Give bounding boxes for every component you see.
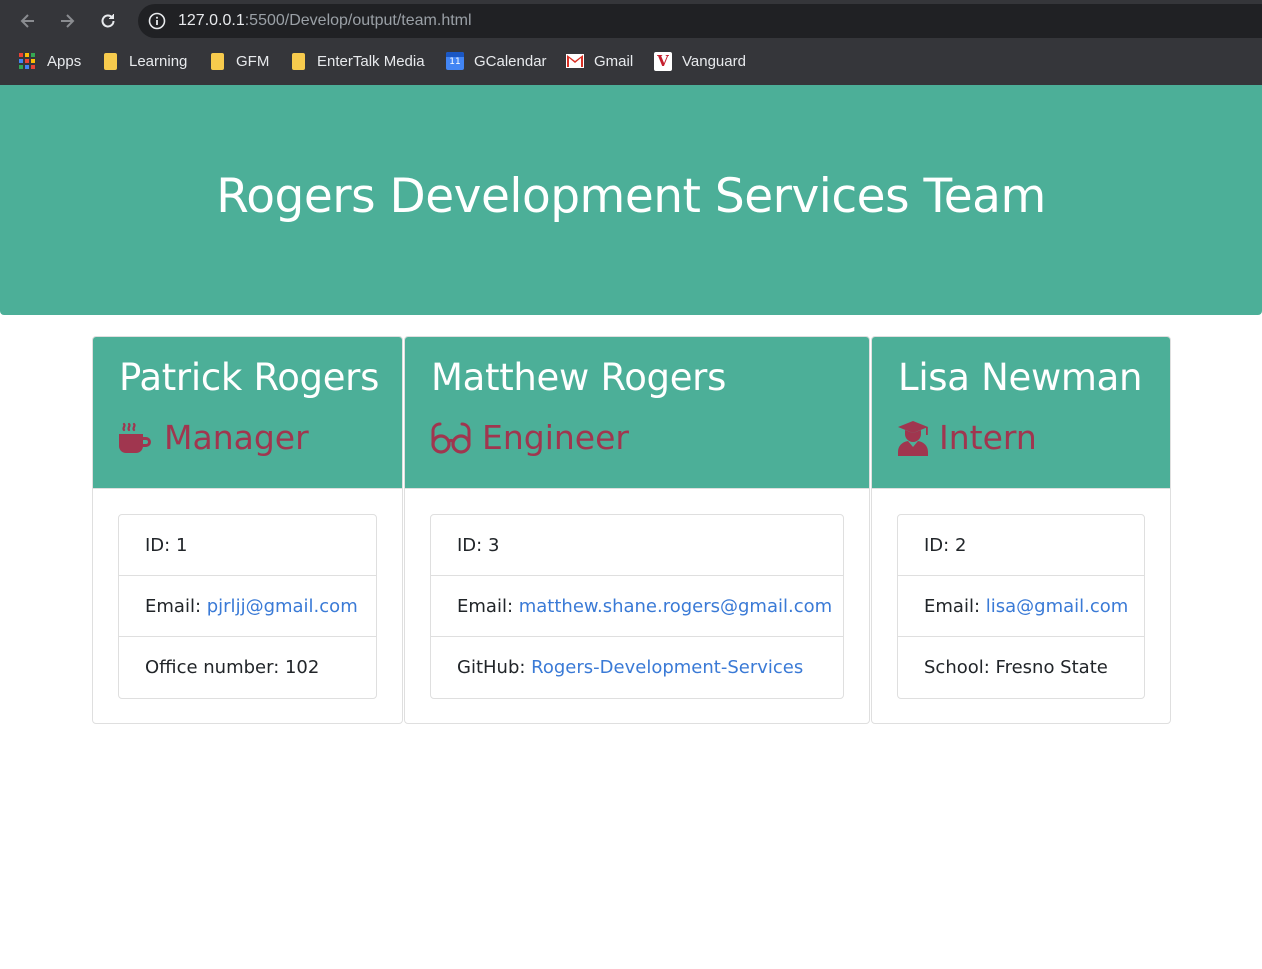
email-link[interactable]: pjrljj@gmail.com	[207, 596, 358, 617]
email-item: Email: lisa@gmail.com	[898, 576, 1144, 637]
id-text: ID: 2	[924, 534, 967, 556]
role-label: Engineer	[482, 418, 629, 457]
bookmark-label: GCalendar	[474, 52, 547, 70]
id-item: ID: 1	[119, 515, 376, 576]
employee-role: Intern	[897, 415, 1037, 461]
bookmark-label: EnterTalk Media	[317, 52, 425, 70]
email-link[interactable]: matthew.shane.rogers@gmail.com	[519, 596, 832, 617]
reload-button[interactable]	[94, 7, 122, 35]
email-item: Email: pjrljj@gmail.com	[119, 576, 376, 637]
bookmark-apps[interactable]: Apps	[19, 50, 81, 72]
email-label: Email:	[145, 595, 207, 617]
role-label: Intern	[939, 418, 1037, 457]
employee-details-list: ID: 3 Email: matthew.shane.rogers@gmail.…	[430, 514, 844, 699]
employee-card-intern: Lisa Newman Intern ID: 2 Email: lisa@gma…	[871, 336, 1171, 724]
bookmark-learning[interactable]: Learning	[101, 50, 187, 72]
employee-details-list: ID: 1 Email: pjrljj@gmail.com Office num…	[118, 514, 377, 699]
github-label: GitHub:	[457, 657, 532, 678]
employee-role: Engineer	[430, 415, 629, 461]
email-item: Email: matthew.shane.rogers@gmail.com	[431, 576, 843, 637]
bookmark-vanguard[interactable]: V Vanguard	[654, 50, 746, 72]
bookmark-label: Apps	[47, 52, 82, 70]
bookmark-gmail[interactable]: Gmail	[566, 50, 633, 72]
office-number-item: Office number: 102	[119, 637, 376, 698]
folder-icon	[292, 52, 305, 70]
id-text: ID: 1	[145, 534, 188, 556]
bookmark-gcalendar[interactable]: 11 GCalendar	[446, 50, 547, 72]
bookmarks-bar: Apps Learning GFM EnterTalk Media 11 GCa…	[0, 46, 1262, 76]
site-info-icon[interactable]	[148, 12, 166, 30]
employee-card-manager: Patrick Rogers Manager ID: 1 Email: pjrl…	[92, 336, 403, 724]
office-number-text: Office number: 102	[145, 657, 320, 678]
vanguard-icon: V	[654, 51, 672, 71]
url-path: :5500/Develop/output/team.html	[244, 12, 472, 29]
page-header: Rogers Development Services Team	[0, 85, 1262, 315]
employee-name: Lisa Newman	[898, 356, 1143, 399]
bookmark-gfm[interactable]: GFM	[208, 50, 269, 72]
email-label: Email:	[457, 595, 519, 617]
forward-arrow-icon	[61, 14, 75, 28]
folder-icon	[104, 52, 117, 70]
card-header: Matthew Rogers Engineer	[405, 337, 869, 489]
role-label: Manager	[164, 418, 309, 457]
calendar-icon: 11	[446, 52, 464, 70]
bookmark-label: Gmail	[594, 52, 634, 70]
id-item: ID: 2	[898, 515, 1144, 576]
github-link[interactable]: Rogers-Development-Services	[531, 657, 803, 678]
github-item: GitHub: Rogers-Development-Services	[431, 637, 843, 698]
mug-hot-icon	[119, 422, 151, 453]
forward-button[interactable]	[53, 7, 81, 35]
employee-details-list: ID: 2 Email: lisa@gmail.com School: Fres…	[897, 514, 1145, 699]
school-item: School: Fresno State	[898, 637, 1144, 698]
apps-grid-icon	[19, 53, 37, 69]
employee-role: Manager	[118, 415, 309, 461]
address-bar[interactable]: 127.0.0.1:5500/Develop/output/team.html	[138, 4, 1262, 38]
back-button[interactable]	[14, 7, 42, 35]
bookmark-entertalk-media[interactable]: EnterTalk Media	[289, 50, 425, 72]
url-text[interactable]: 127.0.0.1:5500/Develop/output/team.html	[178, 12, 472, 30]
employee-name: Patrick Rogers	[119, 356, 380, 399]
email-link[interactable]: lisa@gmail.com	[986, 596, 1129, 617]
user-graduate-icon	[898, 421, 928, 456]
id-text: ID: 3	[457, 534, 500, 556]
bookmark-label: GFM	[236, 52, 270, 70]
card-header: Patrick Rogers Manager	[93, 337, 402, 489]
glasses-icon	[431, 422, 471, 454]
employee-name: Matthew Rogers	[431, 356, 727, 399]
id-item: ID: 3	[431, 515, 843, 576]
page-title: Rogers Development Services Team	[216, 169, 1046, 224]
browser-toolbar: 127.0.0.1:5500/Develop/output/team.html …	[0, 0, 1262, 85]
school-text: School: Fresno State	[924, 657, 1108, 678]
folder-icon	[211, 52, 224, 70]
reload-icon	[101, 14, 115, 28]
back-arrow-icon	[20, 14, 34, 28]
url-host: 127.0.0.1	[178, 12, 245, 29]
email-label: Email:	[924, 595, 986, 617]
card-header: Lisa Newman Intern	[872, 337, 1170, 489]
employee-card-engineer: Matthew Rogers Engineer ID: 3 Email: mat…	[404, 336, 870, 724]
bookmark-label: Vanguard	[682, 52, 746, 70]
bookmark-label: Learning	[129, 52, 188, 70]
gmail-icon	[566, 54, 584, 68]
